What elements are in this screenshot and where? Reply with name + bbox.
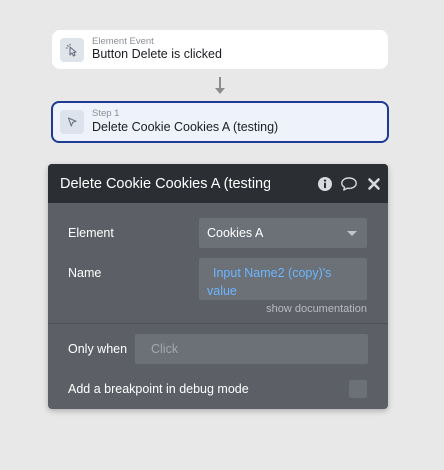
chevron-down-icon <box>347 231 357 236</box>
breakpoint-label: Add a breakpoint in debug mode <box>68 382 249 396</box>
close-icon[interactable] <box>365 175 383 193</box>
only-when-input[interactable]: Click <box>135 334 368 364</box>
panel-header: Delete Cookie Cookies A (testing <box>48 164 388 203</box>
comment-icon[interactable] <box>340 175 358 193</box>
step-card[interactable]: Step 1 Delete Cookie Cookies A (testing) <box>51 101 389 143</box>
event-card-subtitle: Element Event <box>92 35 154 47</box>
info-icon[interactable] <box>316 175 334 193</box>
only-when-label: Only when <box>68 342 128 356</box>
panel-divider <box>48 323 388 324</box>
step-card-subtitle: Step 1 <box>92 108 120 120</box>
event-card-title: Button Delete is clicked <box>92 47 222 62</box>
show-documentation-link[interactable]: show documentation <box>266 303 367 315</box>
name-label: Name <box>68 266 102 280</box>
step-card-title: Delete Cookie Cookies A (testing) <box>92 119 279 134</box>
cursor-click-icon <box>60 37 84 62</box>
element-dropdown[interactable]: Cookies A <box>199 218 367 248</box>
action-property-panel: Delete Cookie Cookies A (testing Element… <box>48 164 388 409</box>
pointer-icon <box>60 110 84 134</box>
panel-title[interactable]: Delete Cookie Cookies A (testing <box>60 176 270 192</box>
name-expression-text[interactable]: Input Name2 (copy)'s value <box>207 264 359 300</box>
element-label: Element <box>68 226 114 240</box>
element-dropdown-value: Cookies A <box>207 226 264 240</box>
event-card[interactable]: Element Event Button Delete is clicked <box>52 30 388 69</box>
only-when-placeholder: Click <box>151 342 179 356</box>
breakpoint-checkbox[interactable] <box>349 380 367 398</box>
name-dynamic-expression[interactable]: Input Name2 (copy)'s value <box>199 258 367 300</box>
arrow-down-icon <box>215 88 225 94</box>
